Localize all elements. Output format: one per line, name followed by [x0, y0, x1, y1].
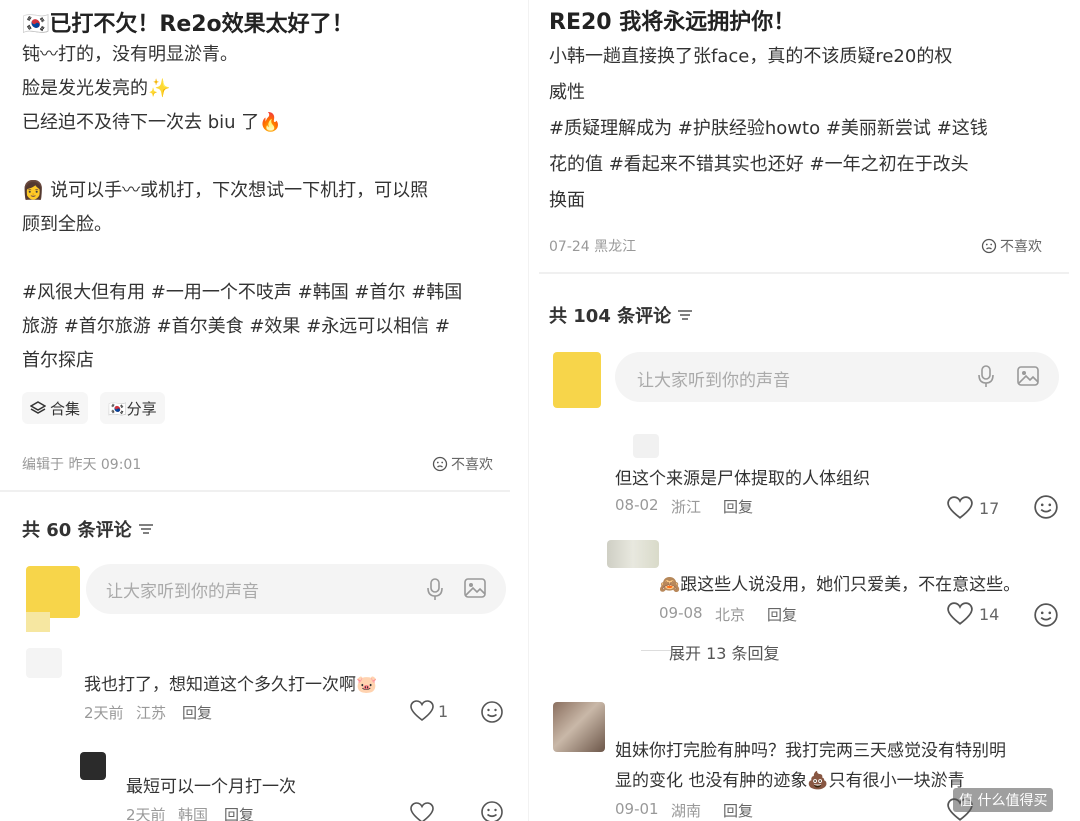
edit-meta: 编辑于 昨天 09:01 — [22, 457, 142, 473]
avatar[interactable] — [80, 752, 106, 780]
post-title: RE20 我将永远拥护你！ — [549, 10, 796, 35]
comment-location: 江苏 — [136, 704, 167, 722]
comment-text: 最短可以一个月打一次 — [126, 777, 296, 797]
like-count: 1 — [438, 701, 449, 721]
filter-icon[interactable] — [138, 522, 154, 536]
post-line: 👩 说可以手〰或机打，下次想试一下机打，可以照 — [22, 180, 429, 201]
post-tags-line[interactable]: 换面 — [549, 184, 585, 218]
comment-location: 韩国 — [178, 806, 209, 821]
heart-icon[interactable] — [410, 802, 434, 821]
divider — [0, 490, 510, 492]
dislike-face-icon — [432, 456, 448, 472]
avatar[interactable] — [633, 434, 659, 458]
like-count: 14 — [979, 604, 1000, 624]
comment-location: 湖南 — [671, 802, 702, 820]
heart-icon — [947, 496, 973, 520]
avatar[interactable] — [553, 702, 605, 752]
comment-time: 08-02 — [615, 496, 659, 514]
reply-button[interactable]: 回复 — [723, 496, 753, 517]
left-post-panel: 🇰🇷已打不欠！Re2o效果太好了！ 钝〰打的，没有明显淤青。 脸是发光发亮的✨ … — [0, 0, 528, 821]
dislike-face-icon — [981, 238, 997, 254]
post-line: 脸是发光发亮的✨ — [22, 78, 171, 99]
mic-icon[interactable] — [977, 364, 995, 388]
collection-label: 合集 — [50, 399, 81, 418]
avatar[interactable] — [26, 648, 62, 678]
post-line: 小韩一趟直接换了张face，真的不该质疑re20的权 — [549, 46, 953, 67]
reply-button[interactable]: 回复 — [767, 604, 797, 625]
comment-location: 北京 — [715, 606, 746, 624]
heart-icon — [947, 602, 973, 626]
divider — [539, 272, 1069, 274]
comment-text: 姐妹你打完脸有肿吗？我打完两三天感觉没有特别明 — [615, 741, 1006, 761]
comment-time: 2天前 — [84, 704, 124, 722]
date-meta: 07-24 黑龙江 — [549, 239, 637, 255]
share-chip[interactable]: 🇰🇷分享 — [100, 392, 165, 424]
avatar — [26, 566, 80, 618]
comment-input[interactable]: 让大家听到你的声音 — [615, 352, 1059, 402]
comment-count: 共 104 条评论 — [549, 302, 693, 328]
emoji-icon[interactable] — [1033, 602, 1059, 628]
comment-input[interactable]: 让大家听到你的声音 — [86, 564, 506, 614]
comment-text: 🙈跟这些人说没用，她们只爱美，不在意这些。 — [659, 575, 1021, 595]
mic-icon[interactable] — [426, 577, 444, 601]
avatar-shadow — [26, 612, 50, 632]
heart-icon — [410, 700, 434, 722]
dislike-label: 不喜欢 — [1000, 239, 1042, 255]
comment-time: 2天前 — [126, 806, 166, 821]
post-title: 🇰🇷已打不欠！Re2o效果太好了！ — [22, 12, 354, 37]
emoji-icon[interactable] — [480, 800, 504, 821]
comment-input-placeholder: 让大家听到你的声音 — [106, 582, 259, 602]
comment-text: 但这个来源是尸体提取的人体组织 — [615, 469, 870, 489]
post-tags-line[interactable]: 花的值 #看起来不错其实也还好 #一年之初在于改头 — [549, 148, 969, 182]
reply-button[interactable]: 回复 — [224, 804, 254, 821]
post-line: 已经迫不及待下一次去 biu 了🔥 — [22, 112, 282, 133]
reply-button[interactable]: 回复 — [723, 800, 753, 821]
avatar — [553, 352, 601, 408]
comment-text: 显的变化 也没有肿的迹象💩只有很小一块淤青 — [615, 771, 965, 791]
emoji-icon[interactable] — [1033, 494, 1059, 520]
like-button[interactable]: 1 — [410, 700, 448, 722]
post-line: 钝〰打的，没有明显淤青。 — [22, 44, 238, 65]
reply-button[interactable]: 回复 — [182, 702, 212, 723]
post-line: 顾到全脸。 — [22, 214, 112, 235]
like-count: 17 — [979, 498, 1000, 518]
post-tags-line[interactable]: 旅游 #首尔旅游 #首尔美食 #效果 #永远可以相信 # — [22, 310, 450, 344]
comment-count: 共 60 条评论 — [22, 516, 154, 542]
watermark: 值 什么值得买 — [953, 788, 1054, 812]
avatar[interactable] — [607, 540, 659, 568]
post-tags-line[interactable]: #风很大但有用 #一用一个不吱声 #韩国 #首尔 #韩国 — [22, 276, 462, 310]
comment-time: 09-01 — [615, 800, 659, 818]
collection-chip[interactable]: 合集 — [22, 392, 89, 424]
comment-text: 我也打了，想知道这个多久打一次啊🐷 — [84, 675, 378, 695]
filter-icon[interactable] — [677, 308, 693, 322]
like-button[interactable]: 17 — [947, 496, 999, 520]
image-icon[interactable] — [1017, 366, 1039, 386]
post-tags-line[interactable]: #质疑理解成为 #护肤经验howto #美丽新尝试 #这钱 — [549, 112, 988, 146]
share-label: 🇰🇷分享 — [108, 399, 157, 418]
expand-line — [641, 650, 671, 651]
right-post-panel: RE20 我将永远拥护你！ 小韩一趟直接换了张face，真的不该质疑re20的权… — [528, 0, 1080, 821]
comment-count-label: 共 60 条评论 — [22, 520, 132, 541]
comment-input-placeholder: 让大家听到你的声音 — [637, 371, 790, 391]
dislike-button[interactable]: 不喜欢 — [981, 236, 1042, 256]
like-button[interactable]: 14 — [947, 602, 999, 626]
expand-replies-button[interactable]: 展开 13 条回复 — [669, 640, 780, 664]
layers-icon — [30, 400, 46, 416]
comment-location: 浙江 — [671, 498, 702, 516]
dislike-button[interactable]: 不喜欢 — [432, 454, 493, 474]
post-tags-line[interactable]: 首尔探店 — [22, 344, 94, 378]
comment-time: 09-08 — [659, 604, 703, 622]
dislike-label: 不喜欢 — [451, 457, 493, 473]
comment-count-label: 共 104 条评论 — [549, 306, 672, 327]
image-icon[interactable] — [464, 578, 486, 598]
post-line: 威性 — [549, 82, 585, 103]
emoji-icon[interactable] — [480, 700, 504, 724]
